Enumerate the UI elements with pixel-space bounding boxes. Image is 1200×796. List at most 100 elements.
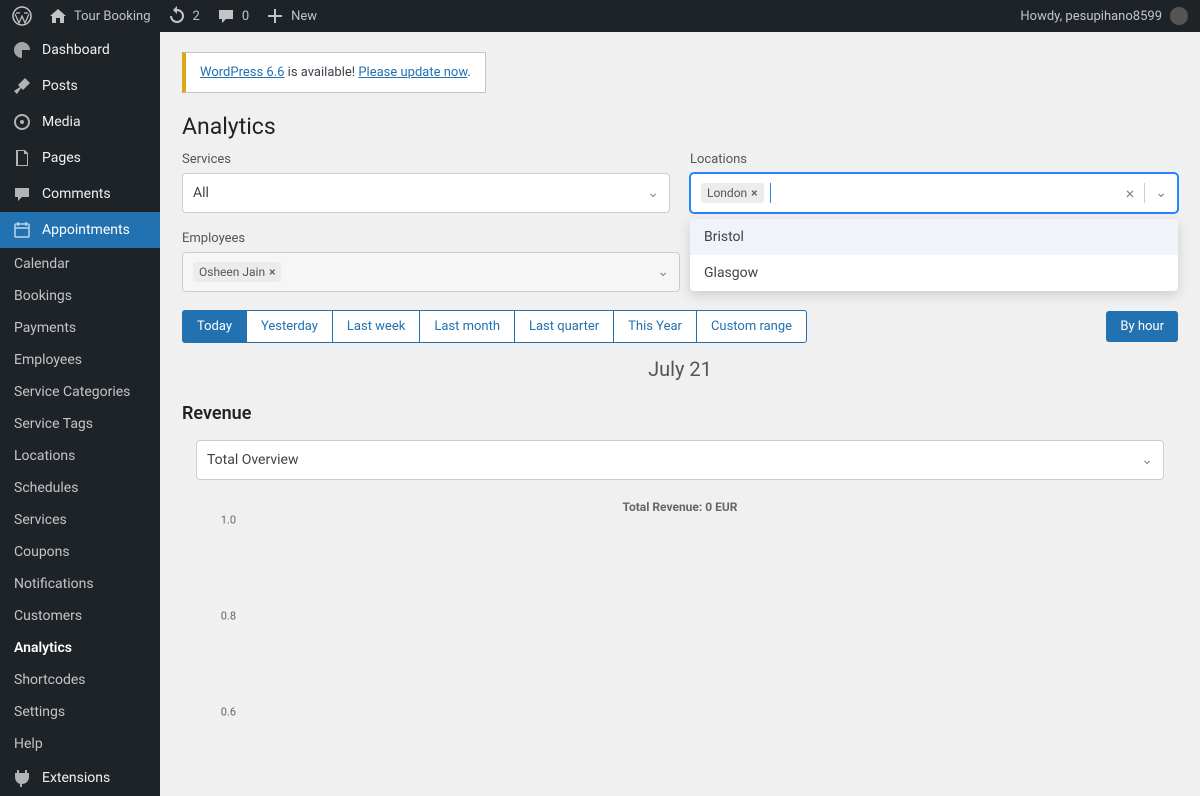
- sidebar-item-appointments[interactable]: Appointments: [0, 212, 160, 248]
- sidebar-sub-calendar[interactable]: Calendar: [0, 248, 160, 280]
- site-name: Tour Booking: [74, 9, 151, 24]
- pin-icon: [12, 76, 32, 96]
- sidebar-item-comments[interactable]: Comments: [0, 176, 160, 212]
- wp-version-link[interactable]: WordPress 6.6: [200, 65, 284, 80]
- revenue-overview-select[interactable]: Total Overview ⌄: [196, 440, 1164, 480]
- sidebar-label: Media: [42, 114, 81, 130]
- range-custom[interactable]: Custom range: [696, 310, 807, 343]
- y-tick: 1.0: [221, 514, 236, 527]
- wp-logo[interactable]: [12, 6, 32, 26]
- sidebar-sub-settings[interactable]: Settings: [0, 696, 160, 728]
- date-heading: July 21: [182, 357, 1178, 381]
- sidebar-sub-payments[interactable]: Payments: [0, 312, 160, 344]
- sidebar-sub-bookings[interactable]: Bookings: [0, 280, 160, 312]
- sidebar-item-posts[interactable]: Posts: [0, 68, 160, 104]
- range-today[interactable]: Today: [182, 310, 247, 343]
- sidebar-sub-coupons[interactable]: Coupons: [0, 536, 160, 568]
- services-select[interactable]: All ⌄: [182, 173, 670, 213]
- main-content: WordPress 6.6 is available! Please updat…: [160, 32, 1200, 796]
- services-value: All: [193, 185, 209, 201]
- howdy-account[interactable]: Howdy, pesupihano8599: [1020, 7, 1188, 25]
- chip-remove-icon[interactable]: ×: [751, 186, 757, 200]
- revenue-chart: Total Revenue: 0 EUR 1.0 0.8 0.6: [182, 500, 1178, 680]
- admin-sidebar: Dashboard Posts Media Pages Comments App…: [0, 32, 160, 796]
- sidebar-item-extensions[interactable]: Extensions: [0, 760, 160, 796]
- updates-link[interactable]: 2: [167, 6, 200, 26]
- range-last-month[interactable]: Last month: [419, 310, 515, 343]
- comments-icon: [12, 184, 32, 204]
- sidebar-sub-service-categories[interactable]: Service Categories: [0, 376, 160, 408]
- sidebar-label: Dashboard: [42, 42, 110, 58]
- by-hour-button[interactable]: By hour: [1106, 311, 1178, 342]
- sidebar-label: Pages: [42, 150, 81, 166]
- sidebar-label: Extensions: [42, 770, 110, 786]
- updates-count: 2: [193, 9, 200, 24]
- clear-icon[interactable]: ×: [1126, 184, 1135, 203]
- wordpress-icon: [12, 6, 32, 26]
- update-notice: WordPress 6.6 is available! Please updat…: [182, 52, 486, 93]
- chart-title: Total Revenue: 0 EUR: [202, 500, 1158, 514]
- revenue-select-value: Total Overview: [207, 452, 298, 468]
- range-yesterday[interactable]: Yesterday: [246, 310, 333, 343]
- chip-remove-icon[interactable]: ×: [269, 265, 275, 279]
- dropdown-option-glasgow[interactable]: Glasgow: [690, 255, 1178, 291]
- dashboard-icon: [12, 40, 32, 60]
- chip-label: Osheen Jain: [199, 265, 265, 279]
- pages-icon: [12, 148, 32, 168]
- plus-icon: [265, 6, 285, 26]
- chevron-down-icon: ⌄: [1141, 452, 1153, 468]
- notice-text: is available!: [284, 65, 358, 80]
- howdy-text: Howdy, pesupihano8599: [1020, 9, 1162, 24]
- y-tick: 0.6: [221, 706, 236, 719]
- sidebar-sub-notifications[interactable]: Notifications: [0, 568, 160, 600]
- locations-select[interactable]: London × × ⌄: [690, 173, 1178, 213]
- employees-label: Employees: [182, 231, 680, 246]
- chevron-down-icon: ⌄: [657, 264, 669, 280]
- chart-grid: [262, 524, 1158, 674]
- comment-icon: [216, 6, 236, 26]
- sidebar-sub-customers[interactable]: Customers: [0, 600, 160, 632]
- sidebar-label: Comments: [42, 186, 111, 202]
- home-icon: [48, 6, 68, 26]
- sidebar-item-pages[interactable]: Pages: [0, 140, 160, 176]
- update-now-link[interactable]: Please update now: [358, 65, 467, 80]
- media-icon: [12, 112, 32, 132]
- comments-link[interactable]: 0: [216, 6, 249, 26]
- sidebar-sub-shortcodes[interactable]: Shortcodes: [0, 664, 160, 696]
- sidebar-item-dashboard[interactable]: Dashboard: [0, 32, 160, 68]
- sidebar-sub-services[interactable]: Services: [0, 504, 160, 536]
- new-label: New: [291, 9, 317, 24]
- sidebar-item-media[interactable]: Media: [0, 104, 160, 140]
- location-chip: London ×: [701, 183, 764, 203]
- date-range-group: Today Yesterday Last week Last month Las…: [182, 310, 807, 343]
- services-label: Services: [182, 152, 670, 167]
- locations-label: Locations: [690, 152, 1178, 167]
- employees-select[interactable]: Osheen Jain × ⌄: [182, 252, 680, 292]
- dropdown-option-bristol[interactable]: Bristol: [690, 219, 1178, 255]
- admin-topbar: Tour Booking 2 0 New Howdy, pesupihano85…: [0, 0, 1200, 32]
- chevron-down-icon: ⌄: [647, 185, 659, 201]
- new-link[interactable]: New: [265, 6, 317, 26]
- page-title: Analytics: [182, 113, 1178, 140]
- sidebar-sub-help[interactable]: Help: [0, 728, 160, 760]
- employee-chip: Osheen Jain ×: [193, 262, 281, 282]
- locations-dropdown: Bristol Glasgow: [690, 219, 1178, 291]
- y-tick: 0.8: [221, 610, 236, 623]
- calendar-icon: [12, 220, 32, 240]
- chip-label: London: [707, 186, 747, 200]
- site-name-link[interactable]: Tour Booking: [48, 6, 151, 26]
- sidebar-sub-employees[interactable]: Employees: [0, 344, 160, 376]
- sidebar-sub-schedules[interactable]: Schedules: [0, 472, 160, 504]
- chevron-down-icon[interactable]: ⌄: [1155, 185, 1167, 201]
- divider: [1144, 183, 1145, 203]
- comments-count: 0: [242, 9, 249, 24]
- sidebar-sub-service-tags[interactable]: Service Tags: [0, 408, 160, 440]
- sidebar-sub-locations[interactable]: Locations: [0, 440, 160, 472]
- range-this-year[interactable]: This Year: [613, 310, 697, 343]
- range-last-week[interactable]: Last week: [332, 310, 420, 343]
- sidebar-sub-analytics[interactable]: Analytics: [0, 632, 160, 664]
- plugin-icon: [12, 768, 32, 788]
- sidebar-label: Posts: [42, 78, 78, 94]
- updates-icon: [167, 6, 187, 26]
- range-last-quarter[interactable]: Last quarter: [514, 310, 614, 343]
